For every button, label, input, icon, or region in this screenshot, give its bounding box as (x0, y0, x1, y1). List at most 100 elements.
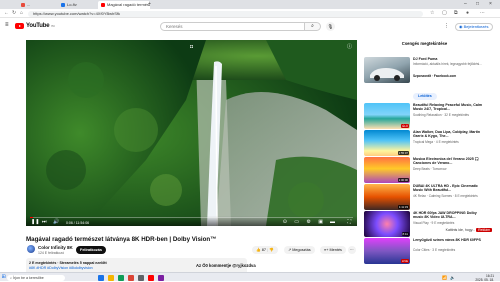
recommended-video[interactable]: LIVE Lenyűgöző színes város 8K HDR 60FPS… (364, 238, 489, 268)
recommended-video[interactable]: 8:41 4K HDR 60fps JAW DROPPING Dolby mus… (364, 211, 489, 241)
live-badge: ÉLŐ (401, 124, 409, 128)
progress-fill (30, 217, 34, 218)
new-tab-icon[interactable]: + (148, 1, 151, 7)
system-clock[interactable]: 16:21 2025. 05. 18. (475, 274, 494, 282)
video-player[interactable]: ◘ ⓘ ❚❚ ⏭ 🔊 0:06 / 11:54:06 ⊙ ▭ ⚙ ▣ ▬ ⛶ (26, 40, 357, 226)
address-bar[interactable]: https://www.youtube.com/watch?v=4Xf0YBwh… (28, 10, 423, 17)
play-pause-icon[interactable]: ❚❚ (31, 219, 39, 225)
youtube-logo[interactable]: YouTube HU (15, 23, 55, 29)
channel-watermark-icon: ◘ (190, 44, 194, 50)
collections-icon[interactable]: ▢ (442, 10, 447, 16)
favorites-icon[interactable]: ☆ (430, 10, 434, 16)
video-thumbnail: ÉLŐ (364, 103, 410, 129)
maximize-icon[interactable]: □ (476, 1, 479, 7)
video-title: Magával ragadó természet látványa 8K HDR… (26, 236, 217, 243)
recommended-video[interactable]: 1:55:07 Alan Walker, Dua Lipa, Coldplay,… (364, 130, 489, 160)
tab-label: Lo-fiv (67, 2, 77, 7)
duration-badge: 8:41 (401, 232, 409, 236)
channel-name[interactable]: Color Infinity 8K (38, 245, 73, 250)
start-menu-icon[interactable]: ⊞ (2, 274, 6, 280)
more-actions-button[interactable]: ⋯ (348, 246, 356, 254)
menu-icon[interactable]: ⋯ (480, 10, 485, 16)
share-label: Megosztás (292, 248, 311, 252)
task-view-icon[interactable] (98, 274, 104, 281)
settings-gear-icon[interactable]: ⚙ (307, 219, 311, 225)
extensions-icon[interactable]: ⧉ (454, 10, 458, 16)
file-explorer-icon[interactable] (108, 274, 114, 281)
live-badge: LIVE (400, 259, 409, 263)
autoplay-toggle[interactable]: ⊙ (283, 219, 287, 225)
time-display: 0:06 / 11:54:06 (66, 220, 90, 225)
browser-tab-1[interactable]: Lo-fiv (58, 1, 98, 9)
subscribe-button[interactable]: Feliratkozás (76, 246, 106, 254)
tab-label: ... (27, 2, 31, 7)
rec-meta: Color Cities · 3 E megtekintés (413, 247, 456, 252)
rec-meta: 4K Relax · Calming Scenes · 8 E megtekin… (413, 193, 478, 198)
more-horizontal-icon: ⋯ (350, 248, 354, 252)
subtitles-icon[interactable]: ▭ (294, 219, 299, 225)
edge-browser-icon[interactable] (118, 274, 124, 281)
microphone-icon: 🎙 (327, 24, 334, 29)
sidebar-header: Csengés megtekintése (401, 41, 448, 46)
ad-download-button[interactable]: Letöltés (413, 93, 437, 100)
recommended-video[interactable]: ÉLŐ Beautiful Relaxing Peaceful Music, C… (364, 103, 489, 133)
taskbar-search[interactable]: ⌕ Írjon be a keresőbe (7, 274, 65, 281)
share-button[interactable]: ↗ Megosztás (284, 246, 315, 254)
back-icon[interactable]: ← (4, 10, 9, 16)
rec-meta: Tropical Mega · 4 E megtekintés (413, 139, 459, 144)
volume-icon[interactable]: 🔊 (53, 219, 59, 225)
thumbs-down-icon: 👎 (269, 248, 274, 252)
app-icon[interactable] (148, 274, 154, 281)
speaker-icon[interactable]: 🔈 (450, 275, 455, 280)
hamburger-menu-icon[interactable]: ≡ (5, 22, 9, 28)
app-icon[interactable] (128, 274, 134, 281)
sign-in-button[interactable]: ◉ Bejelentkezés (455, 23, 493, 31)
app-icon[interactable] (138, 274, 144, 281)
home-icon[interactable]: ⌂ (20, 10, 23, 16)
progress-bar[interactable] (30, 217, 353, 218)
browser-tab-0[interactable]: ... (18, 1, 58, 9)
next-icon[interactable]: ⏭ (42, 219, 47, 225)
tab-favicon (61, 3, 65, 7)
video-thumbnail: 1:11:33 (364, 184, 410, 210)
like-button[interactable]: 👍 87 | 👎 (252, 246, 278, 254)
voice-search-button[interactable]: 🎙 (326, 22, 335, 31)
recommended-video[interactable]: 1:00:00 Musica Electronica del Verano 20… (364, 157, 489, 187)
miniplayer-icon[interactable]: ▣ (318, 219, 323, 225)
account-icon: ◉ (459, 24, 463, 29)
search-button[interactable]: ⌕ (305, 22, 321, 31)
fullscreen-icon[interactable]: ⛶ (347, 219, 351, 225)
brand-text: YouTube (26, 23, 50, 29)
tab-label: Magával ragadó természet láványa (107, 2, 150, 7)
network-icon[interactable]: 📶 (442, 275, 447, 280)
sidebar-ad-item[interactable]: DJ Ford Puma Információ, aktuális hírek,… (364, 57, 489, 87)
os-taskbar: ⊞ ⌕ Írjon be a keresőbe 📶 🔈 16:21 2025. … (0, 272, 500, 282)
youtube-play-icon (15, 23, 24, 29)
search-input[interactable]: Keresés (160, 22, 305, 31)
like-count: 87 (261, 248, 267, 252)
channel-avatar[interactable] (27, 245, 35, 253)
app-icon[interactable] (158, 274, 164, 281)
browser-tab-strip: ... Lo-fiv Magával ragadó természet lává… (0, 0, 500, 9)
country-code: HU (51, 24, 55, 28)
info-icon[interactable]: ⓘ (347, 43, 352, 50)
share-icon: ↗ (288, 248, 292, 252)
close-window-icon[interactable]: × (489, 1, 492, 7)
video-thumbnail: 8:41 (364, 211, 410, 237)
sign-in-label: Bejelentkezés (463, 24, 489, 29)
more-options-icon[interactable]: ⋮ (444, 23, 449, 29)
minimize-icon[interactable]: – (464, 1, 467, 7)
browser-tab-2[interactable]: Magával ragadó természet láványa (98, 1, 150, 9)
video-thumbnail: 1:55:07 (364, 130, 410, 156)
refresh-icon[interactable]: ↻ (12, 10, 16, 16)
video-thumbnail: 1:00:00 (364, 157, 410, 183)
recommended-video[interactable]: 1:11:33 DUBAI 4K ULTRA HD - Epic Cinemat… (364, 184, 489, 214)
rec-meta: Deep Beats · Tomorrow (413, 166, 447, 171)
theater-mode-icon[interactable]: ▬ (330, 219, 335, 225)
taskbar-search-text: Írjon be a keresőbe (13, 275, 44, 280)
save-button[interactable]: ≡+ Mentés (320, 246, 346, 254)
comments-header: Az Ő0 kommentje @ryjkozdva (196, 263, 256, 268)
rec-sponsor: Szponzorált · Facebook.com (413, 74, 457, 78)
subscriber-count: 124 E feliratkozó (38, 250, 65, 255)
profile-icon[interactable]: ● (466, 10, 469, 16)
